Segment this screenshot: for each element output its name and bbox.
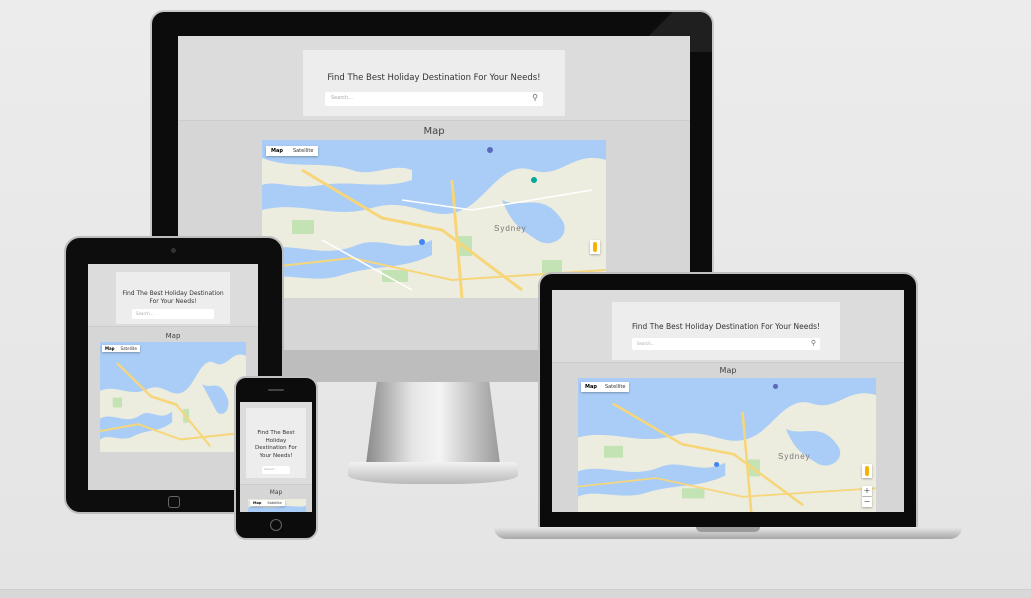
zoom-out-button[interactable]: − xyxy=(862,497,872,507)
page-title: Find The Best Holiday Destination For Yo… xyxy=(122,290,224,305)
map-type-map[interactable]: Map xyxy=(102,345,118,352)
page-title: Find The Best Holiday Destination For Yo… xyxy=(631,322,821,331)
map-type-map[interactable]: Map xyxy=(581,382,601,392)
phone-speaker xyxy=(268,389,284,391)
search-placeholder: Search... xyxy=(637,341,655,346)
zoom-in-button[interactable]: + xyxy=(862,486,872,496)
search-input[interactable]: Search... ⚲ xyxy=(632,338,820,350)
search-icon[interactable]: ⚲ xyxy=(811,339,816,347)
map-type-control[interactable]: Map Satellite xyxy=(266,146,319,156)
google-map[interactable]: Sydney Map Satellite + − xyxy=(578,378,876,512)
search-input[interactable]: Search... ⚲ xyxy=(325,92,543,106)
search-placeholder: Search... xyxy=(331,95,353,101)
map-type-control[interactable]: Map Satellite xyxy=(581,382,630,392)
map-city-label: Sydney xyxy=(778,452,811,461)
tablet-screen: Find The Best Holiday Destination For Yo… xyxy=(88,264,258,490)
page-title: Find The Best Holiday Destination For Yo… xyxy=(327,73,541,83)
search-input[interactable]: Search... xyxy=(132,309,214,319)
tablet-home-button xyxy=(168,496,180,508)
tablet-camera xyxy=(171,248,176,253)
hero-panel: Find The Best Holiday Destination For Yo… xyxy=(612,302,840,360)
laptop-notch xyxy=(696,527,760,532)
phone-home-button xyxy=(270,519,282,531)
map-type-control[interactable]: Map Satellite xyxy=(102,345,140,352)
search-placeholder: Search... xyxy=(136,311,154,316)
map-heading: Map xyxy=(269,489,283,496)
hero-panel: Find The Best Holiday Destination For Yo… xyxy=(303,50,565,116)
map-tiles xyxy=(578,378,876,512)
map-type-satellite[interactable]: Satellite xyxy=(288,146,318,156)
map-type-satellite[interactable]: Satellite xyxy=(264,500,284,506)
phone-screen: Find The Best Holiday Destination For Yo… xyxy=(240,402,312,512)
map-tiles xyxy=(100,342,246,452)
laptop-screen: Find The Best Holiday Destination For Yo… xyxy=(552,290,904,512)
map-type-satellite[interactable]: Satellite xyxy=(118,345,140,352)
hero-panel: Find The Best Holiday Destination For Yo… xyxy=(246,408,306,478)
map-type-map[interactable]: Map xyxy=(266,146,288,156)
map-type-satellite[interactable]: Satellite xyxy=(601,382,629,392)
monitor-base xyxy=(348,462,518,484)
street-view-pegman-icon[interactable] xyxy=(862,464,872,478)
search-placeholder: Search... xyxy=(264,467,278,471)
monitor-stand xyxy=(366,382,500,464)
page-title: Find The Best Holiday Destination For Yo… xyxy=(255,430,297,459)
map-type-control[interactable]: Map Satellite xyxy=(250,500,285,506)
pegman-figure xyxy=(593,242,597,252)
map-heading: Map xyxy=(719,366,737,375)
map-city-label: Sydney xyxy=(494,224,527,233)
map-heading: Map xyxy=(423,126,445,137)
map-type-map[interactable]: Map xyxy=(250,500,264,506)
map-heading: Map xyxy=(165,332,181,340)
pegman-figure xyxy=(865,466,869,476)
search-icon[interactable]: ⚲ xyxy=(532,93,538,102)
google-map[interactable]: Map Satellite xyxy=(248,499,306,512)
hero-panel: Find The Best Holiday Destination For Yo… xyxy=(116,272,230,324)
google-map[interactable]: Map Satellite xyxy=(100,342,246,452)
street-view-pegman-icon[interactable] xyxy=(590,240,600,254)
search-input[interactable]: Search... xyxy=(262,466,290,474)
